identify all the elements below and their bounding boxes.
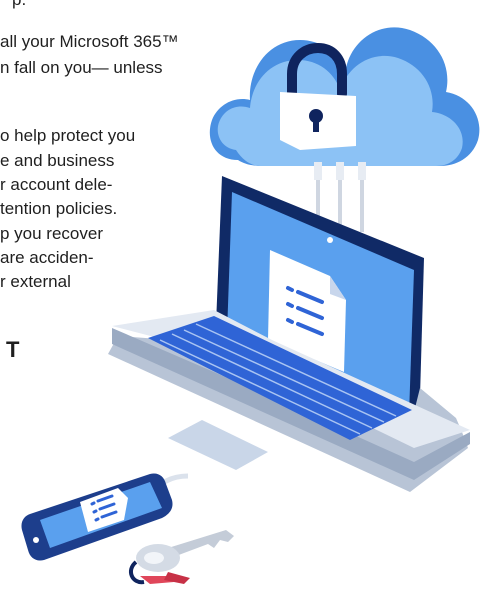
cloud-laptop-illustration <box>21 27 480 585</box>
key-icon <box>128 530 234 585</box>
